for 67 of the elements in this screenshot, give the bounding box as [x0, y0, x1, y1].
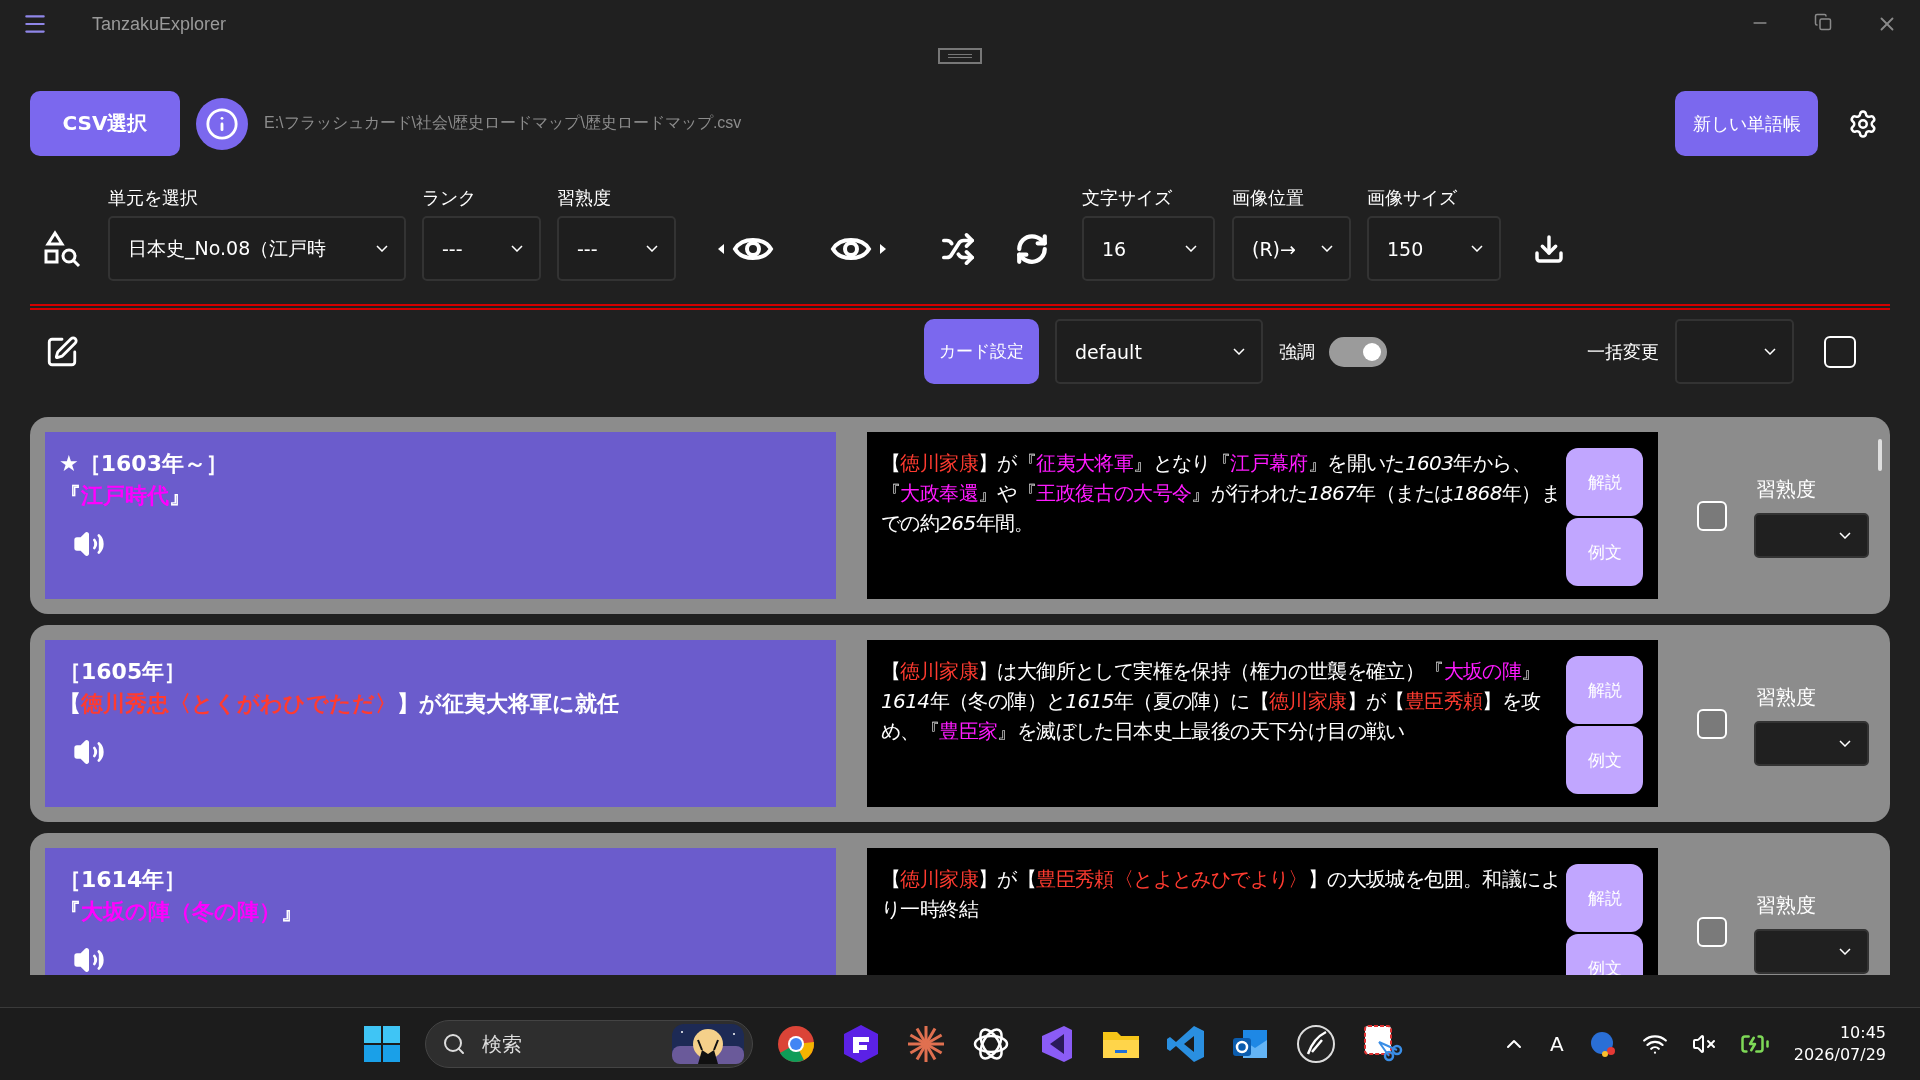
display-dropdown[interactable]: 150 — [1367, 216, 1501, 281]
window-title: TanzakuExplorer — [92, 13, 227, 35]
card-description: 【徳川家康】が『征夷大将軍』となり『江戸幕府』を開いた1603年から、『大政奉還』や『王政復古の大号令』が行われた1867年（または1868年）までの約265年間。 — [880, 450, 1562, 537]
mastery-label: 習熟度 — [1755, 476, 1817, 503]
input-method-indicator[interactable]: A — [1550, 1032, 1564, 1056]
filter-dropdown[interactable]: --- — [557, 216, 676, 281]
card-checkbox[interactable] — [1697, 916, 1727, 947]
shuffle-icon[interactable] — [941, 231, 975, 266]
refresh-icon[interactable] — [1015, 231, 1049, 266]
chevron-down-icon — [1839, 532, 1851, 539]
chevron-down-icon — [1839, 948, 1851, 955]
card-heading: 『江戸時代』 — [59, 482, 192, 510]
scrollbar-thumb[interactable] — [1878, 439, 1882, 471]
shapes-search-icon[interactable] — [43, 229, 81, 268]
card-settings-button[interactable]: カード設定 — [924, 319, 1039, 384]
card-heading: 【徳川秀忠〈とくがわひでただ〉】が征夷大将軍に就任 — [59, 690, 620, 718]
mastery-label: 習熟度 — [1755, 684, 1817, 711]
chevron-down-icon — [1233, 348, 1245, 355]
filter-dropdown[interactable]: --- — [422, 216, 541, 281]
filter-label: ランク — [422, 186, 477, 210]
style-dropdown[interactable]: default — [1055, 319, 1263, 384]
settings-icon[interactable] — [1848, 108, 1878, 139]
mastery-label: 習熟度 — [1755, 892, 1817, 919]
filter-dropdown[interactable]: 日本史_No.08（江戸時 — [108, 216, 406, 281]
card-heading: ［1614年］ — [59, 866, 188, 894]
search-icon — [442, 1032, 466, 1056]
file-path: E:\フラッシュカード\社会\歴史ロードマップ\歴史ロードマップ.csv — [264, 113, 742, 133]
chevron-down-icon — [511, 245, 523, 252]
chevron-down-icon — [1185, 245, 1197, 252]
info-icon[interactable] — [205, 106, 239, 141]
card-heading: 『大坂の陣（冬の陣）』 — [59, 898, 304, 926]
filter-label: 単元を選択 — [108, 186, 199, 210]
drag-handle[interactable] — [938, 48, 982, 64]
emphasis-toggle[interactable] — [1329, 336, 1387, 367]
filter-label: 習熟度 — [557, 186, 612, 210]
card-heading: ★［1603年～］ — [59, 450, 229, 478]
round-emblem-icon[interactable] — [1294, 1022, 1338, 1066]
edit-icon[interactable] — [45, 334, 79, 369]
chevron-down-icon — [1764, 348, 1776, 355]
display-label: 画像サイズ — [1367, 186, 1458, 210]
display-dropdown[interactable]: 16 — [1082, 216, 1215, 281]
emphasis-label: 強調 — [1279, 339, 1315, 364]
clock-date: 2026/07/29 — [1793, 1044, 1886, 1066]
download-icon[interactable] — [1533, 232, 1565, 265]
card-description: 【徳川家康】は大御所として実権を保持（権力の世襲を確立）『大坂の陣』 1614年（冬の陣）と1615年（夏の陣）に【徳川家康】が【豊臣秀頼】を攻め、『豊臣家』を滅ぼした日本史上最後の天下分け目の戦い — [880, 658, 1542, 745]
chevron-down-icon — [646, 245, 658, 252]
csv-select-button[interactable]: CSV選択 — [30, 91, 180, 156]
display-label: 画像位置 — [1232, 186, 1305, 210]
clock-time: 10:45 — [1839, 1022, 1886, 1044]
search-input[interactable]: 検索 — [480, 1031, 658, 1057]
restore-icon[interactable] — [1814, 13, 1832, 31]
card-heading: ［1605年］ — [59, 658, 188, 686]
chevron-down-icon — [1471, 245, 1483, 252]
new-wordbook-button[interactable]: 新しい単語帳 — [1675, 91, 1818, 156]
display-dropdown[interactable]: (R)→ — [1232, 216, 1351, 281]
chevron-down-icon — [1321, 245, 1333, 252]
chevron-down-icon — [376, 245, 388, 252]
search-bar[interactable]: 検索 — [425, 1020, 753, 1068]
bulk-change-label: 一括変更 — [1587, 339, 1659, 364]
card-description: 【徳川家康】が【豊臣秀頼〈とよとみひでより〉】の大坂城を包囲。和議により一時終結 — [880, 866, 1562, 923]
chevron-down-icon — [1839, 740, 1851, 747]
card-checkbox[interactable] — [1697, 500, 1727, 531]
muted-speaker-icon[interactable] — [1691, 1032, 1716, 1056]
info-button[interactable] — [196, 97, 248, 150]
select-all-checkbox[interactable] — [1824, 335, 1856, 368]
display-label: 文字サイズ — [1082, 186, 1173, 210]
card-checkbox[interactable] — [1697, 708, 1727, 739]
